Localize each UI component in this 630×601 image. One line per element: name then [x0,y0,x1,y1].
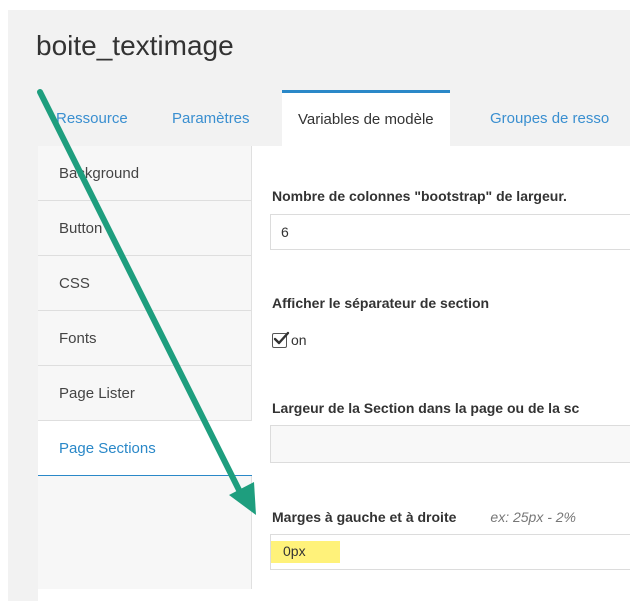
tab-bar: Ressource Paramètres Variables de modèle… [8,90,630,146]
columns-field-label: Nombre de colonnes "bootstrap" de largeu… [272,188,567,204]
separator-checkbox[interactable]: on [272,331,307,348]
checkbox-checked-icon [272,331,290,348]
separator-checkbox-label: on [291,332,307,348]
tv-fields-content: Nombre de colonnes "bootstrap" de largeu… [252,146,630,601]
separator-field-label: Afficher le séparateur de section [272,295,490,311]
width-input[interactable] [270,425,630,463]
margins-value-highlight: 0px [271,541,340,563]
tab-ressource[interactable]: Ressource [56,90,128,146]
margins-input[interactable]: 0px [270,534,630,570]
sidebar-item-page-lister[interactable]: Page Lister [38,366,251,421]
margins-field-hint: ex: 25px - 2% [490,509,577,525]
sidebar-item-css[interactable]: CSS [38,256,251,311]
tv-category-sidebar: Background Button CSS Fonts Page Lister … [38,146,252,589]
tab-variables-de-modele[interactable]: Variables de modèle [282,90,450,146]
width-field-label: Largeur de la Section dans la page ou de… [272,400,580,416]
tab-groupes-de-ressources[interactable]: Groupes de resso [490,90,609,146]
margins-field-label: Marges à gauche et à droite ex: 25px - 2% [272,509,577,525]
sidebar-item-fonts[interactable]: Fonts [38,311,251,366]
sidebar-item-background[interactable]: Background [38,146,251,201]
page-title: boite_textimage [36,30,234,61]
sidebar-item-button[interactable]: Button [38,201,251,256]
tab-parametres[interactable]: Paramètres [172,90,250,146]
sidebar-item-page-sections[interactable]: Page Sections [38,421,252,476]
columns-input[interactable]: 6 [270,214,630,250]
